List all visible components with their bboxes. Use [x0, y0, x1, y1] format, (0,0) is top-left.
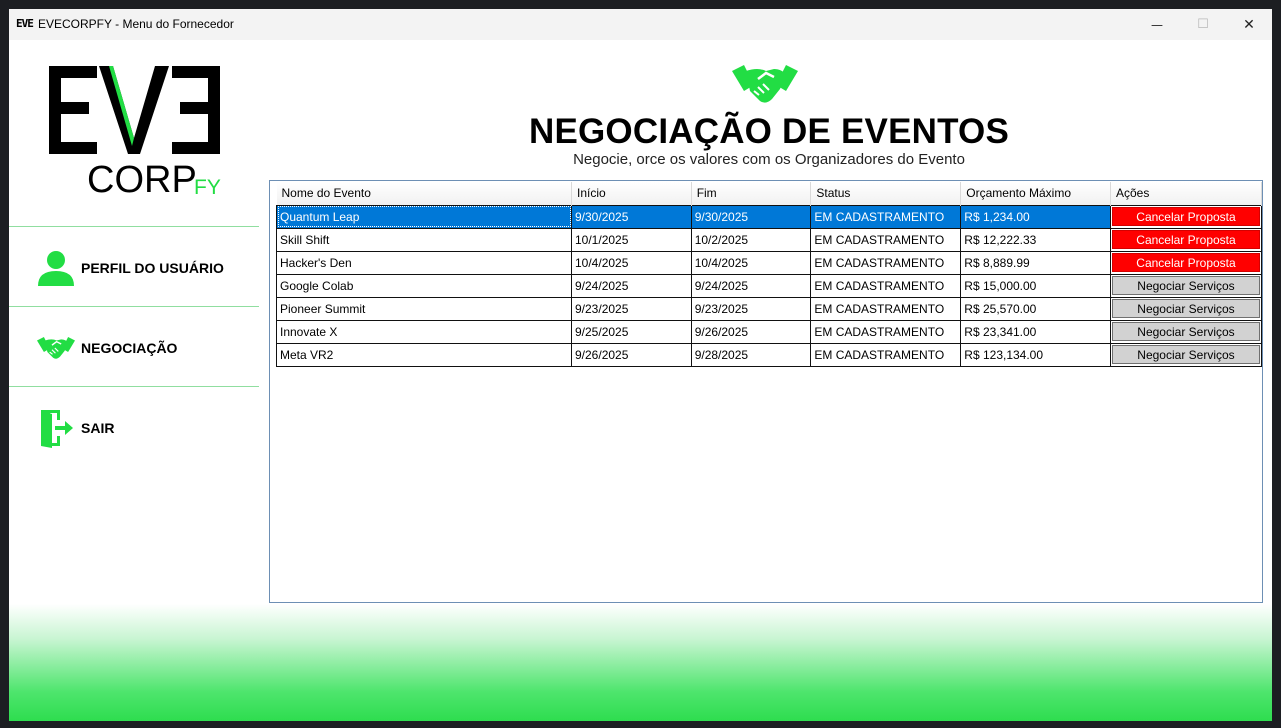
- sidebar-item-exit[interactable]: SAIR: [36, 406, 251, 450]
- minimize-button[interactable]: —: [1134, 9, 1180, 40]
- app-window: EVE EVECORPFY - Menu do Fornecedor — ☐ ✕…: [9, 9, 1272, 721]
- logo-fy-text: FY: [194, 176, 221, 199]
- cell-status[interactable]: EM CADASTRAMENTO: [810, 319, 962, 344]
- negotiate-services-button[interactable]: Negociar Serviços: [1111, 299, 1260, 318]
- cell-end[interactable]: 9/28/2025: [690, 342, 812, 367]
- cell-event-name[interactable]: Hacker's Den: [276, 250, 572, 275]
- cell-end[interactable]: 9/26/2025: [690, 319, 812, 344]
- sidebar-divider: [9, 226, 259, 227]
- cell-action: Negociar Serviços: [1109, 273, 1263, 298]
- title-bar: EVE EVECORPFY - Menu do Fornecedor — ☐ ✕: [9, 9, 1272, 40]
- negotiate-services-button[interactable]: Negociar Serviços: [1111, 276, 1260, 295]
- close-icon: ✕: [1243, 16, 1255, 33]
- cell-start[interactable]: 9/30/2025: [571, 204, 692, 229]
- cell-budget[interactable]: R$ 25,570.00: [960, 296, 1111, 321]
- minimize-icon: —: [1151, 17, 1163, 32]
- cell-budget[interactable]: R$ 1,234.00: [960, 204, 1111, 229]
- cell-budget[interactable]: R$ 23,341.00: [960, 319, 1111, 344]
- table-row[interactable]: Pioneer Summit 9/23/2025 9/23/2025 EM CA…: [276, 296, 1263, 321]
- cell-status[interactable]: EM CADASTRAMENTO: [810, 273, 962, 298]
- cell-budget[interactable]: R$ 12,222.33: [960, 227, 1111, 252]
- cell-end[interactable]: 9/24/2025: [690, 273, 812, 298]
- cell-start[interactable]: 10/4/2025: [571, 250, 692, 275]
- page-subtitle: Negocie, orce os valores com os Organiza…: [573, 151, 965, 168]
- cell-status[interactable]: EM CADASTRAMENTO: [810, 227, 962, 252]
- maximize-icon: ☐: [1197, 17, 1209, 32]
- footer-gradient: [9, 604, 1272, 721]
- handshake-icon: [732, 61, 798, 107]
- table-row[interactable]: Quantum Leap 9/30/2025 9/30/2025 EM CADA…: [276, 204, 1263, 229]
- cell-budget[interactable]: R$ 15,000.00: [960, 273, 1111, 298]
- window-title: EVECORPFY - Menu do Fornecedor: [38, 17, 234, 31]
- cell-event-name[interactable]: Meta VR2: [276, 342, 572, 367]
- cell-event-name[interactable]: Innovate X: [276, 319, 572, 344]
- logo-graphic: CORP FY: [49, 66, 221, 201]
- cell-start[interactable]: 9/24/2025: [571, 273, 692, 298]
- column-header-start[interactable]: Início: [571, 182, 692, 205]
- column-header-end[interactable]: Fim: [691, 182, 812, 205]
- cell-event-name[interactable]: Pioneer Summit: [276, 296, 572, 321]
- handshake-icon: [36, 328, 76, 368]
- cancel-proposal-button[interactable]: Cancelar Proposta: [1111, 207, 1260, 226]
- column-header-budget[interactable]: Orçamento Máximo: [960, 182, 1111, 205]
- cell-action: Negociar Serviços: [1109, 342, 1263, 367]
- cell-action: Cancelar Proposta: [1109, 204, 1263, 229]
- sidebar-divider: [9, 306, 259, 307]
- page-title: NEGOCIAÇÃO DE EVENTOS: [528, 112, 1009, 151]
- cell-status[interactable]: EM CADASTRAMENTO: [810, 342, 962, 367]
- negotiate-services-button[interactable]: Negociar Serviços: [1111, 322, 1260, 341]
- cell-budget[interactable]: R$ 123,134.00: [960, 342, 1111, 367]
- cell-status[interactable]: EM CADASTRAMENTO: [810, 296, 962, 321]
- cancel-proposal-button[interactable]: Cancelar Proposta: [1111, 253, 1260, 272]
- cell-start[interactable]: 9/25/2025: [571, 319, 692, 344]
- cell-status[interactable]: EM CADASTRAMENTO: [810, 204, 962, 229]
- cell-end[interactable]: 9/23/2025: [690, 296, 812, 321]
- cell-end[interactable]: 10/4/2025: [690, 250, 812, 275]
- cell-action: Cancelar Proposta: [1109, 250, 1263, 275]
- sidebar-item-label: SAIR: [81, 420, 115, 436]
- cell-end[interactable]: 9/30/2025: [690, 204, 812, 229]
- table-header-row: Nome do Evento Início Fim Status Orçamen…: [276, 182, 1263, 205]
- column-header-status[interactable]: Status: [810, 182, 962, 205]
- evecorpfy-logo: CORP FY: [47, 62, 222, 202]
- sidebar-item-profile[interactable]: PERFIL DO USUÁRIO: [36, 246, 251, 290]
- table-row[interactable]: Skill Shift 10/1/2025 10/2/2025 EM CADAS…: [276, 227, 1263, 252]
- column-header-actions[interactable]: Ações: [1110, 182, 1263, 205]
- negotiate-services-button[interactable]: Negociar Serviços: [1111, 345, 1260, 364]
- column-header-name[interactable]: Nome do Evento: [276, 182, 572, 205]
- cell-action: Negociar Serviços: [1109, 296, 1263, 321]
- cell-budget[interactable]: R$ 8,889.99: [960, 250, 1111, 275]
- cancel-proposal-button[interactable]: Cancelar Proposta: [1111, 230, 1260, 249]
- cell-end[interactable]: 10/2/2025: [690, 227, 812, 252]
- cell-event-name[interactable]: Google Colab: [276, 273, 572, 298]
- close-button[interactable]: ✕: [1226, 9, 1272, 40]
- cell-event-name[interactable]: Quantum Leap: [276, 204, 572, 229]
- cell-start[interactable]: 9/23/2025: [571, 296, 692, 321]
- table-row[interactable]: Innovate X 9/25/2025 9/26/2025 EM CADAST…: [276, 319, 1263, 344]
- sidebar-item-negotiation[interactable]: NEGOCIAÇÃO: [36, 326, 251, 370]
- sidebar-item-label: NEGOCIAÇÃO: [81, 340, 178, 356]
- cell-action: Negociar Serviços: [1109, 319, 1263, 344]
- user-icon: [36, 248, 76, 288]
- events-grid[interactable]: Nome do Evento Início Fim Status Orçamen…: [269, 180, 1263, 603]
- cell-status[interactable]: EM CADASTRAMENTO: [810, 250, 962, 275]
- cell-event-name[interactable]: Skill Shift: [276, 227, 572, 252]
- sidebar-divider: [9, 386, 259, 387]
- cell-action: Cancelar Proposta: [1109, 227, 1263, 252]
- logo-corp-text: CORP: [87, 159, 197, 201]
- exit-door-icon: [36, 408, 76, 448]
- table-row[interactable]: Hacker's Den 10/4/2025 10/4/2025 EM CADA…: [276, 250, 1263, 275]
- table-row[interactable]: Meta VR2 9/26/2025 9/28/2025 EM CADASTRA…: [276, 342, 1263, 367]
- events-table: Nome do Evento Início Fim Status Orçamen…: [276, 182, 1263, 367]
- maximize-button[interactable]: ☐: [1180, 9, 1226, 40]
- table-row[interactable]: Google Colab 9/24/2025 9/24/2025 EM CADA…: [276, 273, 1263, 298]
- app-icon: EVE: [16, 17, 34, 30]
- cell-start[interactable]: 10/1/2025: [571, 227, 692, 252]
- sidebar-item-label: PERFIL DO USUÁRIO: [81, 260, 224, 276]
- cell-start[interactable]: 9/26/2025: [571, 342, 692, 367]
